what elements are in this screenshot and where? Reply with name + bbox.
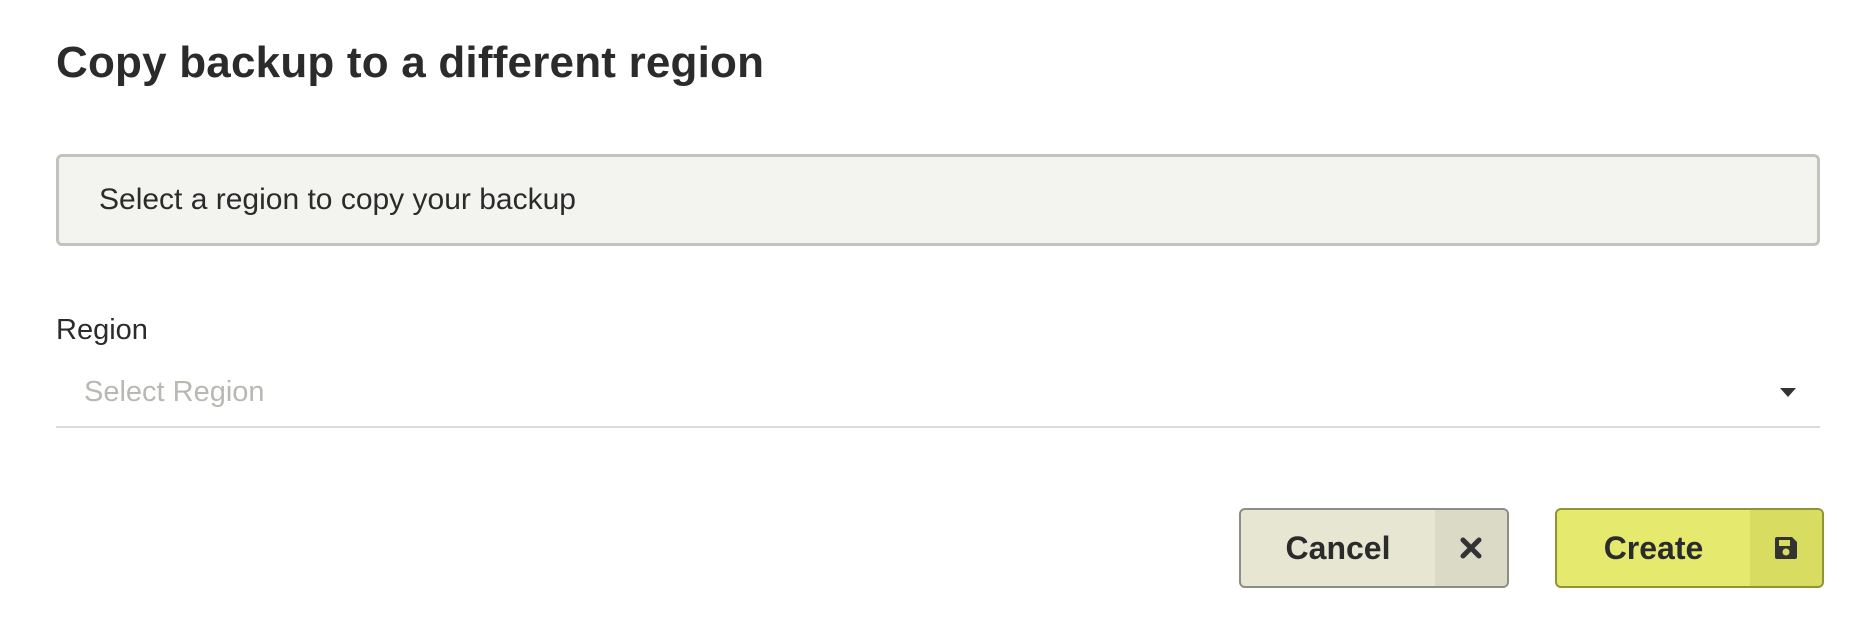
caret-down-icon <box>1780 387 1796 397</box>
region-select[interactable]: Select Region <box>56 358 1820 428</box>
cancel-button[interactable]: Cancel <box>1239 508 1509 588</box>
create-button-label: Create <box>1603 529 1704 566</box>
cancel-button-label: Cancel <box>1285 529 1391 566</box>
close-icon <box>1435 510 1507 586</box>
region-label: Region <box>56 314 148 346</box>
save-icon <box>1750 510 1822 586</box>
info-notice: Select a region to copy your backup <box>56 154 1820 246</box>
copy-backup-dialog: Copy backup to a different region Select… <box>0 0 1876 624</box>
region-select-placeholder: Select Region <box>84 375 265 408</box>
create-button[interactable]: Create <box>1555 508 1824 588</box>
dialog-title: Copy backup to a different region <box>56 38 765 87</box>
info-notice-text: Select a region to copy your backup <box>99 183 576 216</box>
